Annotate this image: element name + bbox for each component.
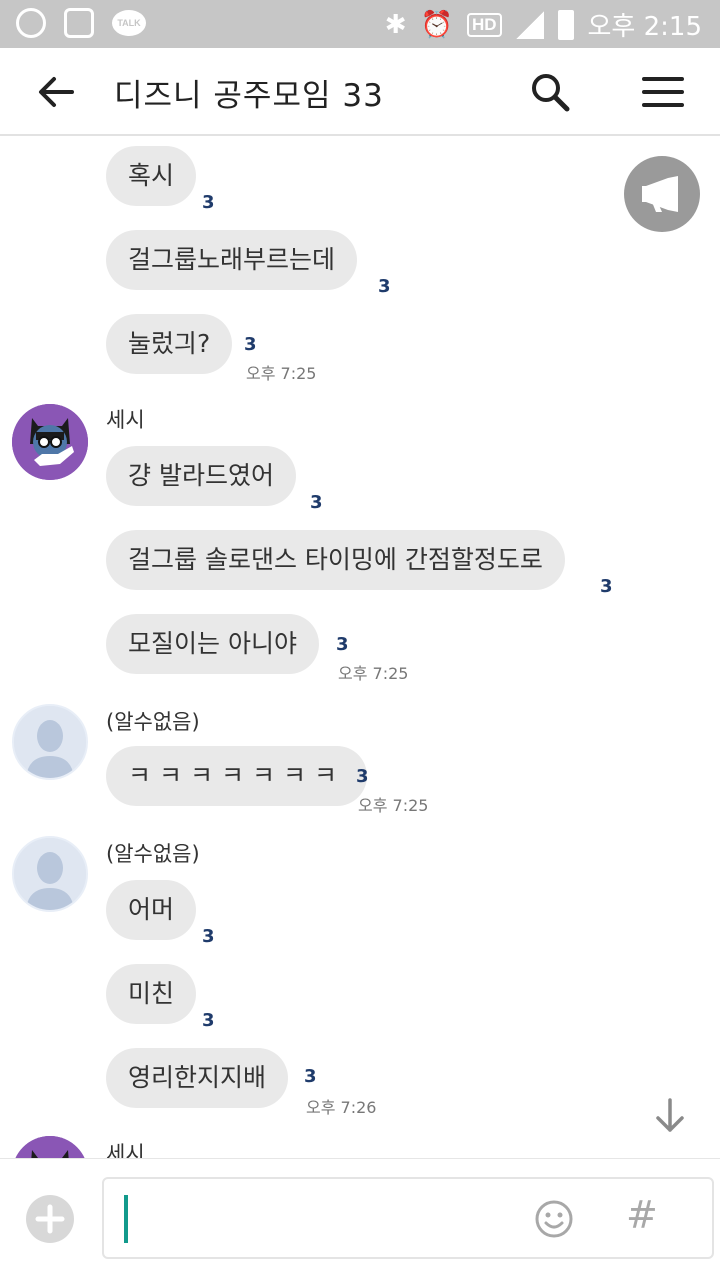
smiley-icon — [535, 1200, 573, 1238]
sender-name: (알수없음) — [106, 842, 200, 866]
unread-count: 3 — [202, 192, 215, 213]
character-avatar-icon — [12, 404, 88, 480]
message-time: 오후 7:25 — [338, 664, 409, 683]
search-icon — [532, 74, 570, 112]
emoticon-button[interactable] — [534, 1199, 574, 1239]
scroll-to-bottom-button[interactable] — [652, 1096, 688, 1136]
message-input[interactable]: # — [102, 1177, 714, 1259]
talk-label: TALK — [117, 18, 141, 28]
battery-icon — [557, 9, 574, 40]
chat-message-list[interactable]: 혹시 3 걸그룹노래부르는데 3 눌렀긔? 3 오후 7:25 세시 걍 발라드… — [0, 138, 720, 1158]
message-time: 오후 7:25 — [246, 364, 317, 383]
avatar[interactable] — [12, 1136, 88, 1158]
back-button[interactable] — [34, 70, 78, 114]
notice-button[interactable] — [624, 156, 700, 232]
avatar[interactable] — [12, 404, 88, 480]
default-profile-icon — [14, 706, 86, 778]
unread-count: 3 — [244, 334, 257, 355]
chat-title: 디즈니 공주모임 33 — [114, 78, 384, 114]
message-bubble[interactable]: 미친 — [106, 964, 197, 1024]
message-time: 오후 7:25 — [358, 796, 429, 815]
avatar[interactable] — [12, 836, 88, 912]
olleh-icon — [16, 8, 46, 38]
talk-icon: TALK — [112, 10, 146, 36]
arrow-down-icon — [656, 1098, 684, 1132]
unread-count: 3 — [356, 766, 369, 787]
sender-name: 세시 — [106, 408, 145, 432]
bluetooth-icon: ✱ — [384, 9, 407, 40]
unread-count: 3 — [378, 276, 391, 297]
sender-name: 세시 — [106, 1142, 145, 1158]
plus-icon — [35, 1204, 65, 1234]
status-time: 오후 2:15 — [587, 12, 703, 42]
default-profile-icon — [14, 838, 86, 910]
text-cursor — [124, 1195, 128, 1243]
character-avatar-icon — [12, 1136, 88, 1158]
message-bubble[interactable]: 눌렀긔? — [106, 314, 233, 374]
unread-count: 3 — [304, 1066, 317, 1087]
message-bubble[interactable]: 걸그룹 솔로댄스 타이밍에 간점할정도로 — [106, 530, 565, 590]
message-bubble[interactable]: 영리한지지배 — [106, 1048, 289, 1108]
message-bubble[interactable]: 모질이는 아니야 — [106, 614, 319, 674]
chat-header: 디즈니 공주모임 33 — [0, 48, 720, 136]
status-bar: TALK ✱ ⏰ HD 오후 2:15 — [0, 0, 720, 48]
search-button[interactable] — [528, 70, 572, 114]
gallery-icon — [64, 8, 94, 38]
message-time: 오후 7:26 — [306, 1098, 377, 1117]
message-bubble[interactable]: 혹시 — [106, 146, 197, 206]
unread-count: 3 — [310, 492, 323, 513]
menu-button[interactable] — [640, 70, 686, 114]
megaphone-icon — [642, 176, 678, 212]
message-input-bar: # — [0, 1158, 720, 1280]
sender-name: (알수없음) — [106, 710, 200, 734]
signal-icon — [515, 10, 544, 39]
back-arrow-icon — [39, 77, 74, 107]
hd-call-icon: HD — [466, 12, 502, 37]
hamburger-menu-icon — [642, 77, 684, 107]
attach-button[interactable] — [26, 1195, 74, 1243]
avatar[interactable] — [12, 704, 88, 780]
message-bubble[interactable]: 걸그룹노래부르는데 — [106, 230, 358, 290]
message-bubble[interactable]: 걍 발라드였어 — [106, 446, 296, 506]
alarm-icon: ⏰ — [420, 9, 453, 40]
unread-count: 3 — [202, 926, 215, 947]
hashtag-search-button[interactable]: # — [626, 1193, 658, 1237]
unread-count: 3 — [336, 634, 349, 655]
unread-count: 3 — [600, 576, 613, 597]
message-bubble[interactable]: 어머 — [106, 880, 197, 940]
message-bubble[interactable]: ㅋㅋㅋㅋㅋㅋㅋ — [106, 746, 368, 806]
unread-count: 3 — [202, 1010, 215, 1031]
